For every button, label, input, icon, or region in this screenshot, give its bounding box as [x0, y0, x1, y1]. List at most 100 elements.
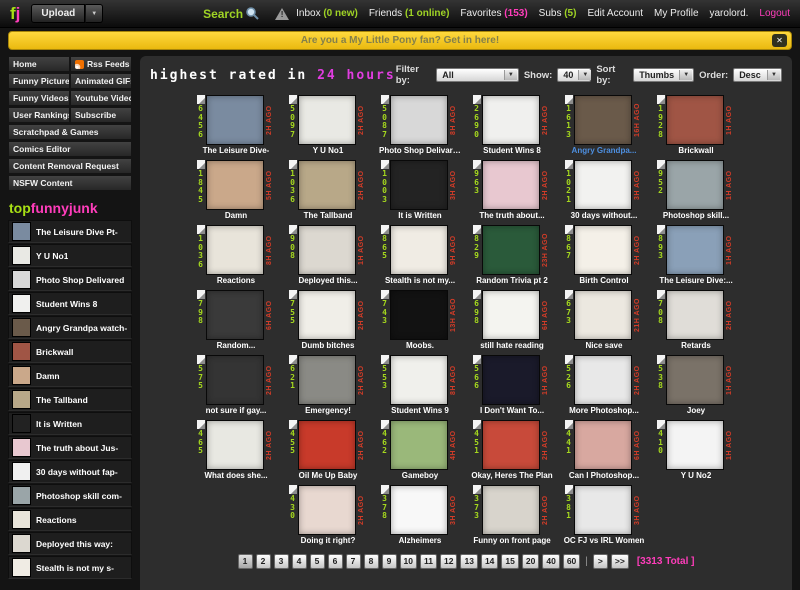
thumbnail-image[interactable]: [666, 160, 724, 210]
content-item[interactable]: 410 1H AGO Y U No2: [655, 420, 737, 480]
content-item[interactable]: 5097 2H AGO Y U No1: [287, 95, 369, 155]
page-button-6[interactable]: 6: [327, 554, 343, 570]
thumbnail-image[interactable]: [574, 355, 632, 405]
thumbnail-image[interactable]: [390, 160, 448, 210]
content-item[interactable]: 829 23H AGO Random Trivia pt 2: [471, 225, 553, 285]
thumbnail-image[interactable]: [298, 485, 356, 535]
content-item[interactable]: 462 4H AGO Gameboy: [379, 420, 461, 480]
sidebar-item-rss-feeds[interactable]: Rss Feeds: [70, 56, 132, 72]
content-item[interactable]: 441 6H AGO Can I Photoshop...: [563, 420, 645, 480]
page-button-15[interactable]: 15: [501, 554, 519, 570]
top-list-item[interactable]: The Leisure Dive Pt-: [8, 220, 132, 243]
content-item[interactable]: 673 21H AGO Nice save: [563, 290, 645, 350]
nav-friends[interactable]: Friends (1 online): [369, 8, 450, 19]
thumb-title[interactable]: Funny on front page: [471, 536, 553, 545]
thumb-title[interactable]: Reactions: [195, 276, 277, 285]
thumbnail-image[interactable]: [666, 355, 724, 405]
thumbnail-image[interactable]: [298, 420, 356, 470]
content-item[interactable]: 755 2H AGO Dumb bitches: [287, 290, 369, 350]
page-button-12[interactable]: 12: [440, 554, 458, 570]
content-item[interactable]: 867 2H AGO Birth Control: [563, 225, 645, 285]
sidebar-item-comics-editor[interactable]: Comics Editor: [8, 141, 132, 157]
top-list-item[interactable]: The Tallband: [8, 388, 132, 411]
content-item[interactable]: 1021 3H AGO 30 days without...: [563, 160, 645, 220]
thumb-title[interactable]: The Tallband: [287, 211, 369, 220]
content-item[interactable]: 2690 2H AGO Student Wins 8: [471, 95, 553, 155]
page-button-14[interactable]: 14: [480, 554, 499, 570]
top-list-item[interactable]: Student Wins 8: [8, 292, 132, 315]
thumb-title[interactable]: Student Wins 8: [471, 146, 553, 155]
content-item[interactable]: 526 2H AGO More Photoshop...: [563, 355, 645, 415]
thumb-title[interactable]: Y U No2: [655, 471, 737, 480]
content-item[interactable]: 1036 2H AGO The Tallband: [287, 160, 369, 220]
thumb-title[interactable]: Angry Grandpa...: [563, 146, 645, 155]
thumb-title[interactable]: Birth Control: [563, 276, 645, 285]
promo-banner[interactable]: Are you a My Little Pony fan? Get in her…: [8, 31, 792, 50]
top-list-item[interactable]: Photoshop skill com-: [8, 484, 132, 507]
top-list-item[interactable]: Stealth is not my s-: [8, 556, 132, 579]
page-button-13[interactable]: 13: [460, 554, 478, 570]
page-button-5[interactable]: 5: [309, 554, 325, 570]
content-item[interactable]: 1928 1H AGO Brickwall: [655, 95, 737, 155]
thumb-title[interactable]: OC FJ vs IRL Women: [563, 536, 645, 545]
page-button-3[interactable]: 3: [273, 554, 289, 570]
thumb-title[interactable]: Can I Photoshop...: [563, 471, 645, 480]
thumb-title[interactable]: Photo Shop Delivared: [379, 146, 461, 155]
thumb-title[interactable]: Moobs.: [379, 341, 461, 350]
thumbnail-image[interactable]: [666, 290, 724, 340]
thumb-title[interactable]: Gameboy: [379, 471, 461, 480]
thumb-title[interactable]: Nice save: [563, 341, 645, 350]
thumbnail-image[interactable]: [666, 225, 724, 275]
thumbnail-image[interactable]: [206, 95, 264, 145]
content-item[interactable]: 455 2H AGO Oil Me Up Baby: [287, 420, 369, 480]
thumbnail-image[interactable]: [574, 290, 632, 340]
thumb-title[interactable]: Random Trivia pt 2: [471, 276, 553, 285]
thumb-title[interactable]: Stealth is not my...: [379, 276, 461, 285]
thumb-title[interactable]: Y U No1: [287, 146, 369, 155]
top-list-item[interactable]: Photo Shop Delivared: [8, 268, 132, 291]
content-item[interactable]: 575 2H AGO not sure if gay...: [195, 355, 277, 415]
page-button-1[interactable]: 1: [237, 554, 253, 570]
thumbnail-image[interactable]: [482, 290, 540, 340]
thumbnail-image[interactable]: [298, 160, 356, 210]
thumb-title[interactable]: It is Written: [379, 211, 461, 220]
content-item[interactable]: 1613 16H AGO Angry Grandpa...: [563, 95, 645, 155]
page-button-60[interactable]: 60: [562, 554, 581, 570]
content-item[interactable]: 963 2H AGO The truth about...: [471, 160, 553, 220]
sidebar-item-animated-gifs[interactable]: Animated GIFs: [70, 73, 132, 89]
content-item[interactable]: 451 2H AGO Okay, Heres The Plan: [471, 420, 553, 480]
site-logo[interactable]: fj: [10, 4, 20, 24]
thumb-title[interactable]: not sure if gay...: [195, 406, 277, 415]
thumb-title[interactable]: Alzheimers: [379, 536, 461, 545]
thumbnail-image[interactable]: [666, 95, 724, 145]
thumbnail-image[interactable]: [482, 225, 540, 275]
sidebar-item-funny-pictures[interactable]: Funny Pictures: [8, 73, 70, 89]
thumbnail-image[interactable]: [574, 420, 632, 470]
thumbnail-image[interactable]: [390, 355, 448, 405]
thumbnail-image[interactable]: [390, 95, 448, 145]
thumb-title[interactable]: Emergency!: [287, 406, 369, 415]
page-button-8[interactable]: 8: [363, 554, 379, 570]
thumbnail-image[interactable]: [574, 485, 632, 535]
page-button-4[interactable]: 4: [291, 554, 307, 570]
thumb-title[interactable]: still hate reading: [471, 341, 553, 350]
content-item[interactable]: 378 3H AGO Alzheimers: [379, 485, 461, 545]
thumb-title[interactable]: The Leisure Dive-: [195, 146, 277, 155]
content-item[interactable]: 373 2H AGO Funny on front page: [471, 485, 553, 545]
top-list-item[interactable]: Y U No1: [8, 244, 132, 267]
thumb-title[interactable]: Random...: [195, 341, 277, 350]
content-item[interactable]: 381 3H AGO OC FJ vs IRL Women: [563, 485, 645, 545]
content-item[interactable]: 893 1H AGO The Leisure Dive:...: [655, 225, 737, 285]
page-button-10[interactable]: 10: [399, 554, 418, 570]
order-select[interactable]: Desc ▼: [733, 68, 782, 82]
sidebar-item-content-removal-request[interactable]: Content Removal Request: [8, 158, 132, 174]
content-item[interactable]: 465 2H AGO What does she...: [195, 420, 277, 480]
content-item[interactable]: 6456 2H AGO The Leisure Dive-: [195, 95, 277, 155]
content-item[interactable]: 698 6H AGO still hate reading: [471, 290, 553, 350]
thumbnail-image[interactable]: [298, 95, 356, 145]
sidebar-item-subscribe[interactable]: Subscribe: [70, 107, 132, 123]
thumb-title[interactable]: Deployed this...: [287, 276, 369, 285]
thumb-title[interactable]: What does she...: [195, 471, 277, 480]
top-list-item[interactable]: The truth about Jus-: [8, 436, 132, 459]
top-list-item[interactable]: It is Written: [8, 412, 132, 435]
